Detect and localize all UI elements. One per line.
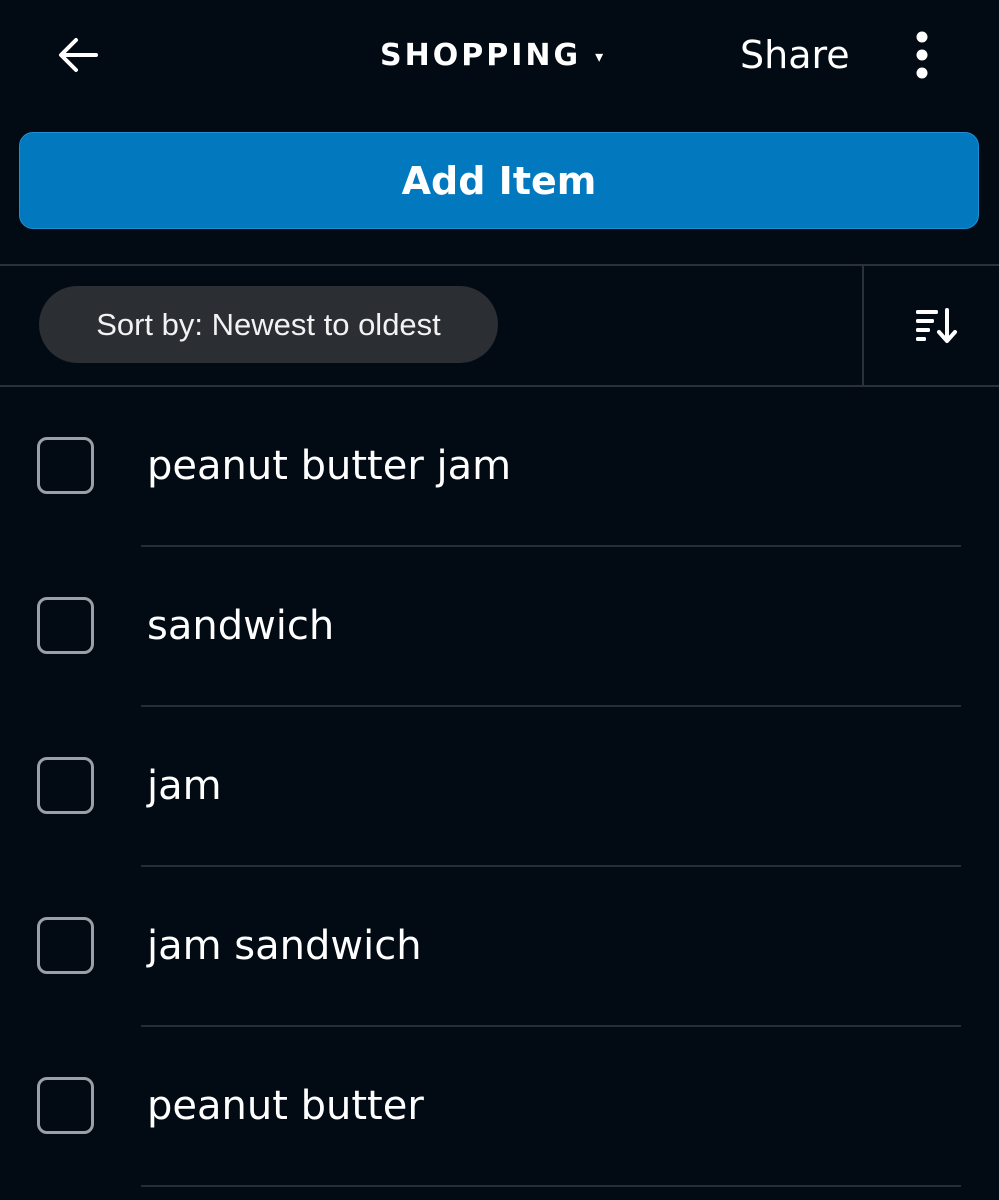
more-vert-icon	[916, 31, 928, 79]
sort-direction-button[interactable]	[904, 300, 968, 352]
list-selector[interactable]: SHOPPING ▾	[380, 30, 603, 80]
item-label: jam	[147, 763, 222, 809]
item-checkbox[interactable]	[37, 597, 94, 654]
back-button[interactable]	[48, 28, 108, 82]
list-item[interactable]: peanut butter jam	[0, 386, 999, 547]
item-label: jam sandwich	[147, 923, 422, 969]
item-label: peanut butter jam	[147, 443, 512, 489]
page-title: SHOPPING	[380, 37, 582, 73]
item-label: sandwich	[147, 603, 335, 649]
add-item-button[interactable]: Add Item	[19, 132, 979, 229]
back-arrow-icon	[59, 38, 98, 72]
shopping-list: peanut butter jam sandwich jam jam sandw…	[0, 386, 999, 1187]
divider-vertical	[862, 266, 864, 385]
item-checkbox[interactable]	[37, 917, 94, 974]
item-label: peanut butter	[147, 1083, 424, 1129]
list-item[interactable]: jam	[0, 706, 999, 867]
item-checkbox[interactable]	[37, 757, 94, 814]
list-item[interactable]: jam sandwich	[0, 866, 999, 1027]
divider	[141, 1185, 961, 1187]
item-checkbox[interactable]	[37, 1077, 94, 1134]
list-item[interactable]: peanut butter	[0, 1026, 999, 1187]
share-button[interactable]: Share	[740, 28, 850, 82]
sort-descending-icon	[916, 308, 957, 343]
top-app-bar: SHOPPING ▾ Share	[0, 0, 999, 110]
item-checkbox[interactable]	[37, 437, 94, 494]
divider	[0, 264, 999, 266]
sort-selector[interactable]: Sort by: Newest to oldest	[39, 286, 498, 363]
list-item[interactable]: sandwich	[0, 546, 999, 707]
sort-label: Sort by: Newest to oldest	[96, 306, 441, 342]
dropdown-caret-icon: ▾	[595, 46, 604, 66]
more-options-button[interactable]	[900, 26, 944, 84]
